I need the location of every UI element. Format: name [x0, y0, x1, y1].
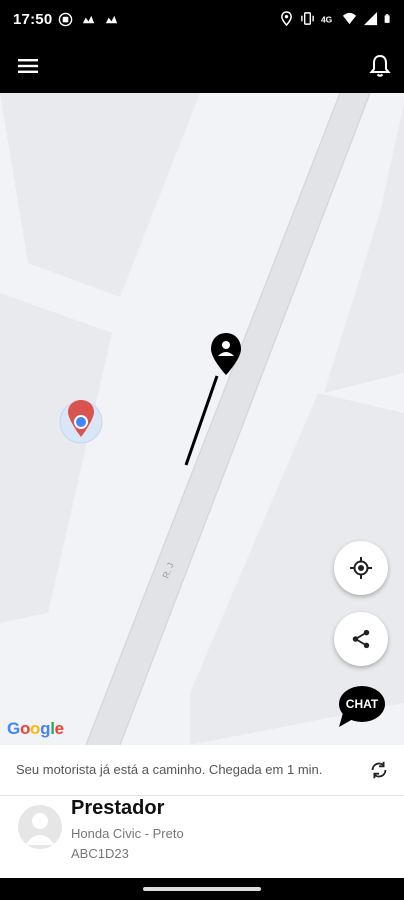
location-icon	[281, 11, 292, 26]
person-icon	[25, 813, 55, 845]
battery-icon	[384, 14, 390, 23]
map-block	[0, 93, 200, 297]
hamburger-menu-icon[interactable]	[16, 54, 40, 78]
license-plate: ABC1D23	[71, 846, 129, 861]
google-logo: Google	[7, 719, 64, 738]
vehicle-description: Honda Civic - Preto	[71, 826, 184, 841]
share-button[interactable]	[334, 612, 388, 666]
svg-text:4G: 4G	[321, 14, 333, 24]
vibrate-icon	[301, 12, 314, 25]
refresh-icon[interactable]	[368, 759, 390, 781]
driver-avatar	[18, 805, 62, 849]
status-right-icons: 4G	[279, 11, 394, 26]
my-location-button[interactable]	[334, 541, 388, 595]
map-view[interactable]: R. J	[0, 93, 404, 745]
trip-info-panel: Seu motorista já está a caminho. Chegada…	[0, 745, 404, 878]
status-bar: 17:50 4G	[0, 0, 404, 40]
status-time: 17:50	[13, 11, 53, 28]
home-gesture-handle[interactable]	[143, 887, 261, 891]
chat-label: CHAT	[345, 697, 379, 711]
whatsapp-icon	[58, 12, 73, 27]
share-icon	[352, 629, 370, 649]
notification-icon	[82, 15, 95, 24]
trip-status-text: Seu motorista já está a caminho. Chegada…	[16, 762, 323, 777]
app-header	[0, 40, 404, 93]
system-nav-bar	[0, 878, 404, 900]
my-location-icon	[350, 557, 372, 579]
volte-icon: 4G	[321, 14, 333, 24]
signal-icon	[363, 11, 378, 26]
map-block	[0, 293, 112, 623]
chat-button[interactable]: CHAT	[337, 685, 387, 729]
wifi-icon	[342, 12, 357, 25]
driver-name: Prestador	[71, 797, 165, 819]
user-location-marker	[59, 400, 103, 444]
bell-icon[interactable]	[368, 53, 392, 79]
status-left-icons	[58, 12, 119, 27]
divider	[0, 795, 404, 796]
notification-icon	[105, 15, 118, 24]
